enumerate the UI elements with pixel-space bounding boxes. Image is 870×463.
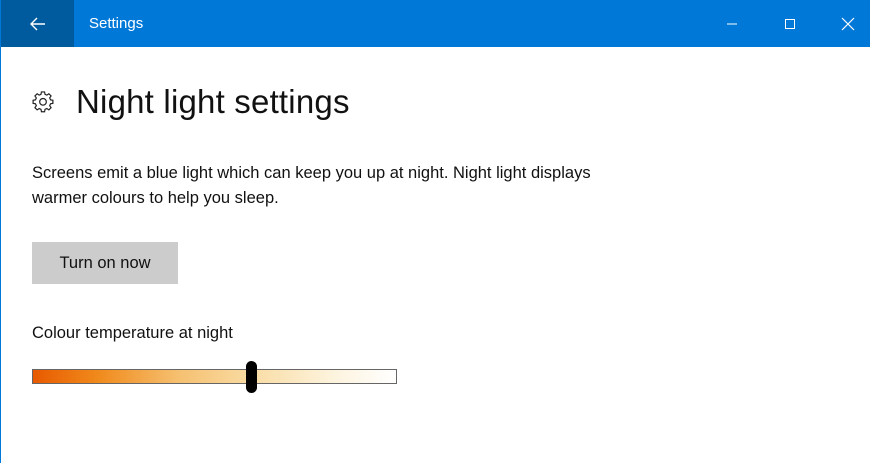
back-arrow-icon bbox=[29, 17, 45, 30]
back-button[interactable] bbox=[1, 0, 74, 47]
colour-temperature-slider[interactable] bbox=[32, 369, 397, 384]
minimize-icon bbox=[727, 23, 737, 24]
gear-icon bbox=[32, 91, 54, 113]
colour-temperature-label: Colour temperature at night bbox=[32, 324, 233, 342]
page-header: Night light settings bbox=[32, 80, 350, 124]
settings-window: Settings Night light settings Screens em… bbox=[0, 0, 870, 463]
minimize-button[interactable] bbox=[703, 0, 761, 47]
maximize-button[interactable] bbox=[761, 0, 819, 47]
window-title: Settings bbox=[89, 15, 144, 32]
night-light-description: Screens emit a blue light which can keep… bbox=[32, 164, 591, 207]
page-title: Night light settings bbox=[76, 83, 350, 120]
close-icon bbox=[841, 17, 855, 30]
maximize-icon bbox=[785, 18, 795, 29]
title-bar: Settings bbox=[1, 0, 870, 47]
turn-on-now-button[interactable]: Turn on now bbox=[32, 242, 178, 284]
close-button[interactable] bbox=[819, 0, 870, 47]
colour-temperature-slider-thumb[interactable] bbox=[245, 361, 257, 393]
